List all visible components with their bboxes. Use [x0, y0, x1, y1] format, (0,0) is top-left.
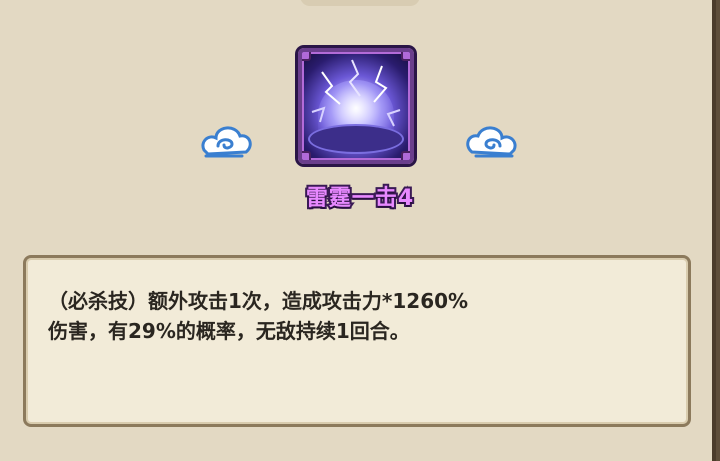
skill-description-box: （必杀技）额外攻击1次，造成攻击力*1260% 伤害，有29%的概率，无敌持续1… [23, 255, 691, 427]
panel-header-tab [300, 0, 420, 6]
skill-description-line: （必杀技）额外攻击1次，造成攻击力*1260% [48, 289, 469, 313]
skill-detail-panel: 雷霆一击4 （必杀技）额外攻击1次，造成攻击力*1260% 伤害，有29%的概率… [0, 0, 716, 461]
frame-corner [401, 151, 410, 160]
frame-corner [302, 52, 311, 61]
skill-name: 雷霆一击4 [304, 184, 415, 213]
frame-corner [401, 52, 410, 61]
skill-description-line: 伤害，有29%的概率，无敌持续1回合。 [48, 319, 410, 343]
cloud-swirl-icon [201, 126, 252, 158]
lightning-bolts [311, 59, 401, 127]
thunder-dome-skill-icon[interactable] [298, 48, 414, 164]
frame-corner [302, 151, 311, 160]
cloud-swirl-icon [466, 126, 517, 158]
